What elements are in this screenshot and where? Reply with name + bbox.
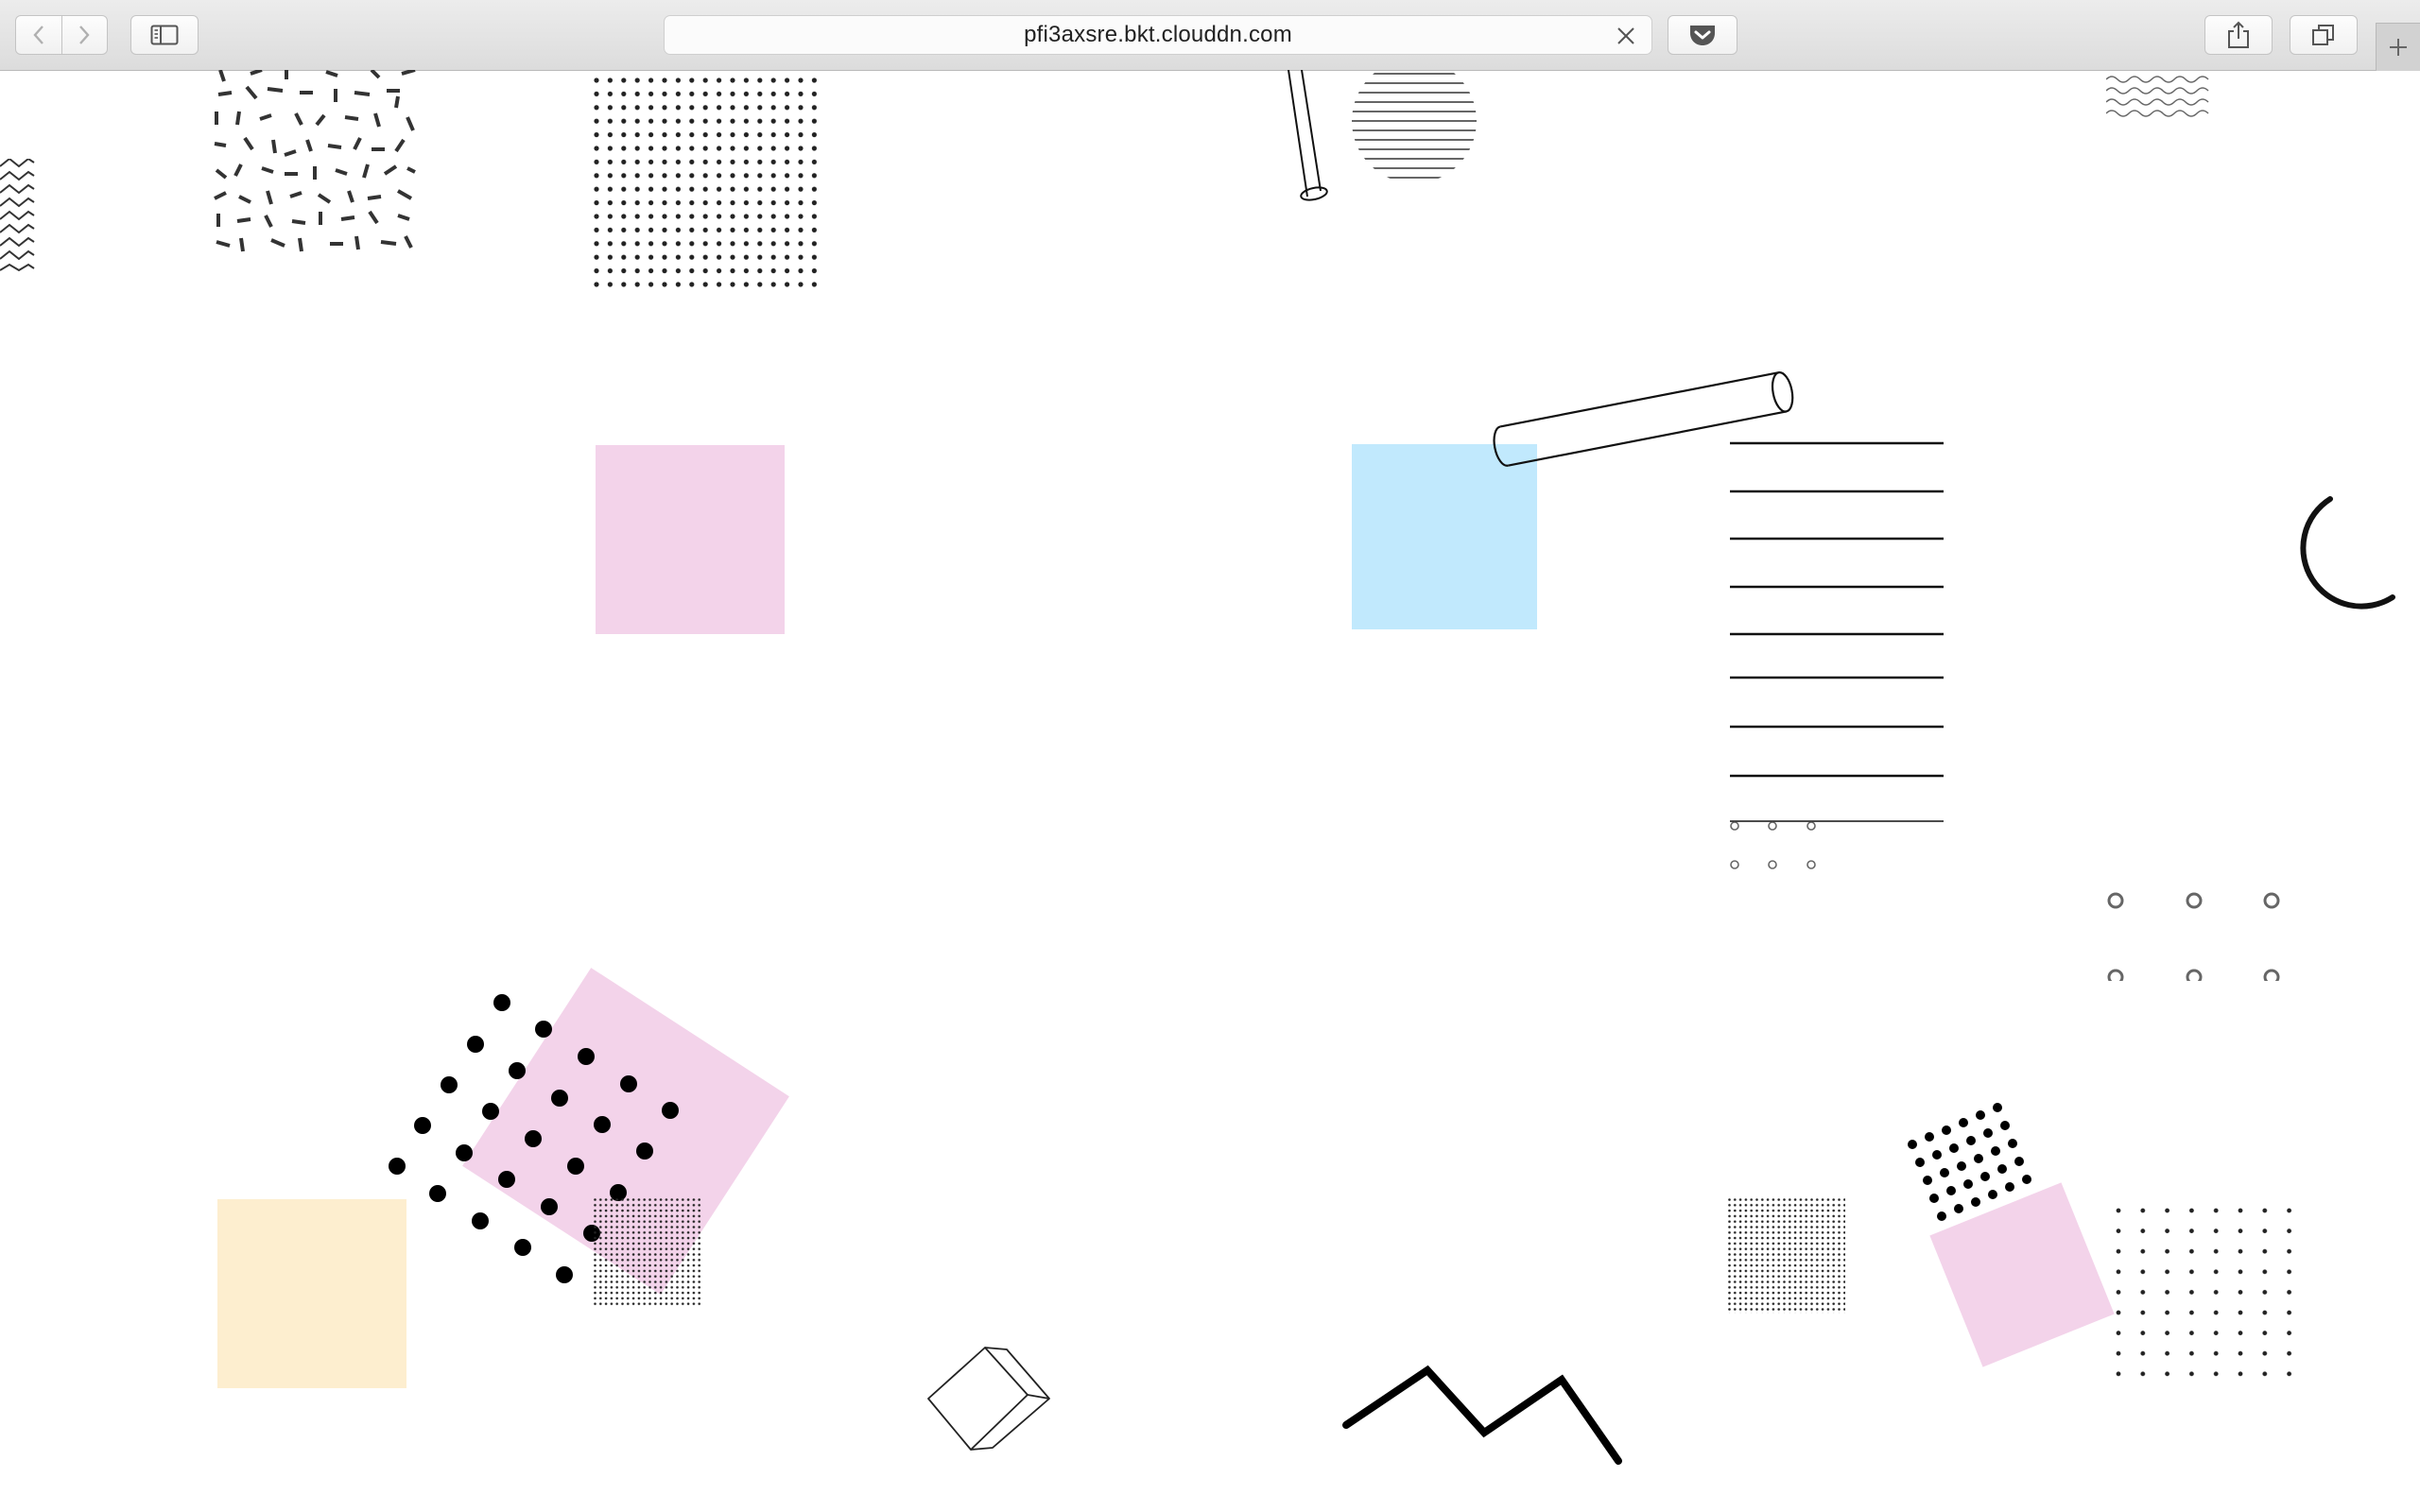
wireframe-cube <box>927 1347 1050 1451</box>
dash-confetti-pattern <box>214 70 416 252</box>
forward-button[interactable] <box>60 16 108 54</box>
dot-grid-pattern <box>594 77 817 287</box>
horizontal-lines-pattern <box>1730 441 1944 869</box>
show-tabs-button[interactable] <box>2290 15 2358 55</box>
sidebar-icon <box>150 25 179 45</box>
sidebar-button[interactable] <box>130 15 199 55</box>
url-text[interactable]: pfi3axsre.bkt.clouddn.com <box>1024 22 1292 48</box>
browser-toolbar: pfi3axsre.bkt.clouddn.com <box>0 0 2420 71</box>
new-tab-button[interactable] <box>2376 23 2420 71</box>
chevron-left-icon <box>33 26 43 44</box>
share-button[interactable] <box>2204 15 2273 55</box>
clear-url-button[interactable] <box>1614 24 1638 48</box>
wave-lines-pattern <box>2106 76 2209 117</box>
small-dot-grid <box>1908 1103 2031 1221</box>
zigzag-line <box>1342 1365 1622 1465</box>
page-canvas <box>0 70 2420 1512</box>
ring-grid-pattern <box>2107 892 2280 981</box>
chevron-right-icon <box>79 26 90 44</box>
partial-ring <box>2300 496 2395 610</box>
tabs-icon <box>2312 25 2334 45</box>
pocket-icon <box>1690 26 1715 45</box>
navigation-buttons <box>15 15 108 55</box>
pink-square <box>596 445 785 634</box>
fine-dot-grid-right <box>1728 1198 1845 1314</box>
back-button[interactable] <box>16 16 61 54</box>
share-icon <box>2228 21 2249 48</box>
medium-dot-grid <box>2116 1208 2297 1387</box>
plus-icon <box>2390 39 2407 56</box>
striped-circle <box>1352 73 1477 179</box>
close-icon <box>1617 27 1634 44</box>
address-bar[interactable]: pfi3axsre.bkt.clouddn.com <box>664 15 1652 55</box>
pocket-button[interactable] <box>1668 15 1737 55</box>
blue-square <box>1352 444 1537 629</box>
fine-dot-grid-left <box>594 1198 703 1306</box>
zigzag-pattern <box>0 159 35 272</box>
tube-outline-top <box>1288 70 1328 201</box>
